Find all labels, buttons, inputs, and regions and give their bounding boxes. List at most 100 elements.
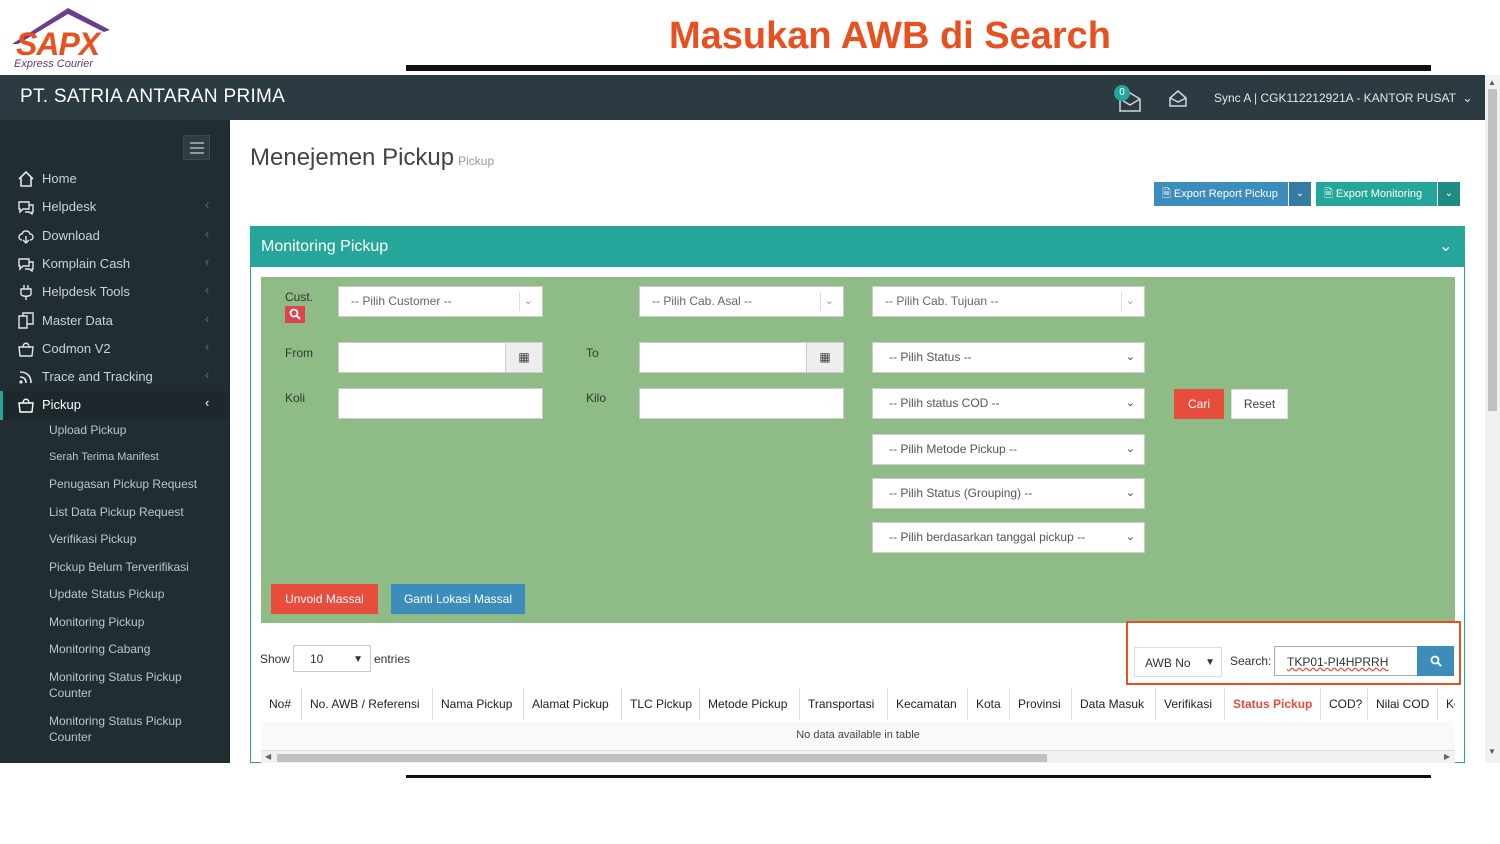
sidebar-item-trace-and-tracking[interactable]: Trace and Tracking ‹ <box>0 363 230 391</box>
user-menu[interactable]: Sync A | CGK112212921A - KANTOR PUSAT ⌄ <box>1214 91 1472 105</box>
reset-button[interactable]: Reset <box>1231 389 1288 419</box>
customer-search-button[interactable] <box>285 306 305 323</box>
panel-title: Monitoring Pickup <box>261 238 389 255</box>
user-info: Sync A | CGK112212921A - KANTOR PUSAT <box>1214 91 1456 105</box>
to-date-input[interactable]: ▦ <box>639 342 844 373</box>
export-report-pickup-button[interactable]: 🗎 Export Report Pickup <box>1154 182 1288 206</box>
sidebar-item-label: Komplain Cash <box>42 256 131 271</box>
column-header[interactable]: No. AWB / Referensi <box>301 688 432 720</box>
search-field-select[interactable]: AWB No ▼ <box>1134 647 1222 677</box>
submenu-verifikasi-pickup[interactable]: Verifikasi Pickup <box>49 531 224 547</box>
submenu-update-status-pickup[interactable]: Update Status Pickup <box>49 586 224 602</box>
calendar-icon[interactable]: ▦ <box>806 343 843 372</box>
from-date-input[interactable]: ▦ <box>338 342 543 373</box>
metode-pickup-value: -- Pilih Metode Pickup -- <box>889 442 1018 456</box>
sidebar-item-download[interactable]: Download ‹ <box>0 222 230 250</box>
rss-icon <box>19 371 32 384</box>
sidebar: Home Helpdesk ‹ Download ‹ Komplain Cash… <box>0 120 230 763</box>
show-label: Show <box>260 652 291 666</box>
scrollbar-thumb[interactable] <box>1488 89 1497 411</box>
pickup-table: No# No. AWB / Referensi Nama Pickup Alam… <box>261 687 1455 763</box>
column-header[interactable]: Nama Pickup <box>432 688 523 720</box>
column-header[interactable]: COD? <box>1320 688 1367 720</box>
search-field-value: AWB No <box>1145 656 1191 670</box>
sidebar-item-helpdesk[interactable]: Helpdesk ‹ <box>0 193 230 221</box>
calendar-icon[interactable]: ▦ <box>505 343 542 372</box>
column-header[interactable]: TLC Pickup <box>621 688 699 720</box>
sidebar-item-codmon-v2[interactable]: Codmon V2 ‹ <box>0 335 230 363</box>
submenu-serah-terima-manifest[interactable]: Serah Terima Manifest <box>49 449 224 465</box>
scroll-left-icon[interactable]: ◀ <box>265 752 271 761</box>
search-button[interactable] <box>1417 646 1454 676</box>
column-header[interactable]: Metode Pickup <box>699 688 799 720</box>
submenu-monitoring-cabang[interactable]: Monitoring Cabang <box>49 641 224 657</box>
scrollbar-thumb[interactable] <box>277 754 1047 762</box>
ganti-lokasi-massal-button[interactable]: Ganti Lokasi Massal <box>391 584 525 614</box>
page-size-select[interactable]: 10 ▼ <box>293 645 371 672</box>
submenu-penugasan-pickup-request[interactable]: Penugasan Pickup Request <box>49 476 224 492</box>
table-horizontal-scrollbar[interactable]: ◀ ▶ <box>261 751 1455 763</box>
column-header[interactable]: Alamat Pickup <box>523 688 621 720</box>
status-cod-select[interactable]: -- Pilih status COD -- ⌄ <box>872 388 1145 419</box>
column-header[interactable]: No# <box>261 688 301 720</box>
chevron-down-icon: ⌄ <box>1125 443 1135 455</box>
sidebar-item-label: Codmon V2 <box>42 341 111 356</box>
koli-input[interactable] <box>338 388 543 419</box>
column-header[interactable]: Verifikasi <box>1155 688 1224 720</box>
sidebar-item-helpdesk-tools[interactable]: Helpdesk Tools ‹ <box>0 278 230 306</box>
column-header[interactable]: Kecamatan <box>887 688 967 720</box>
scroll-up-icon[interactable]: ▲ <box>1488 78 1496 87</box>
kilo-input[interactable] <box>639 388 844 419</box>
company-name[interactable]: PT. SATRIA ANTARAN PRIMA <box>20 86 285 108</box>
export-monitoring-dropdown-button[interactable]: ⌄ <box>1438 182 1460 206</box>
sidebar-item-label: Home <box>42 171 77 186</box>
column-header[interactable]: Data Masuk <box>1071 688 1155 720</box>
empty-table-message: No data available in table <box>796 729 920 741</box>
sidebar-item-label: Helpdesk <box>42 199 97 214</box>
customer-select[interactable]: -- Pilih Customer -- ⌄ <box>338 286 543 317</box>
sidebar-item-label: Trace and Tracking <box>42 369 153 384</box>
inbox-icon[interactable] <box>1168 89 1188 112</box>
cab-tujuan-select[interactable]: -- Pilih Cab. Tujuan -- ⌄ <box>872 286 1145 317</box>
column-header-status-pickup[interactable]: Status Pickup <box>1224 688 1320 720</box>
column-header[interactable]: Ko <box>1437 688 1455 720</box>
table-row: No data available in table <box>261 721 1455 751</box>
submenu-upload-pickup[interactable]: Upload Pickup <box>49 422 224 438</box>
sidebar-item-home[interactable]: Home <box>0 165 230 193</box>
title-divider <box>406 65 1431 71</box>
tanggal-pickup-select[interactable]: -- Pilih berdasarkan tanggal pickup -- ⌄ <box>872 522 1145 553</box>
chevron-down-icon[interactable]: ⌄ <box>1439 236 1452 256</box>
submenu-pickup-belum-terverifikasi[interactable]: Pickup Belum Terverifikasi <box>49 559 224 575</box>
sidebar-item-pickup[interactable]: Pickup ‹ <box>0 391 230 420</box>
status-grouping-select[interactable]: -- Pilih Status (Grouping) -- ⌄ <box>872 478 1145 509</box>
chevron-left-icon: ‹ <box>205 254 210 269</box>
entries-label: entries <box>374 652 411 666</box>
submenu-list-data-pickup-request[interactable]: List Data Pickup Request <box>49 504 224 520</box>
cari-button[interactable]: Cari <box>1174 389 1224 419</box>
export-monitoring-button[interactable]: 🗎 Export Monitoring <box>1316 182 1437 206</box>
file-icon: 🗎 <box>1162 188 1171 200</box>
submenu-monitoring-status-pickup-counter[interactable]: Monitoring Status Pickup Counter <box>49 669 199 701</box>
page-scrollbar[interactable]: ▲ ▼ <box>1485 75 1500 763</box>
search-input[interactable]: TKP01-PI4HPRRH <box>1274 646 1418 676</box>
unvoid-massal-button[interactable]: Unvoid Massal <box>271 584 378 614</box>
notification-button[interactable]: 0 <box>1112 85 1142 113</box>
metode-pickup-select[interactable]: -- Pilih Metode Pickup -- ⌄ <box>872 434 1145 465</box>
column-header[interactable]: Kota <box>967 688 1009 720</box>
status-cod-value: -- Pilih status COD -- <box>889 396 1000 410</box>
submenu-monitoring-pickup[interactable]: Monitoring Pickup <box>49 614 224 630</box>
column-header[interactable]: Transportasi <box>799 688 887 720</box>
scroll-right-icon[interactable]: ▶ <box>1444 752 1450 761</box>
column-header[interactable]: Provinsi <box>1009 688 1071 720</box>
submenu-monitoring-status-pickup-counter[interactable]: Monitoring Status Pickup Counter <box>49 713 199 745</box>
scroll-down-icon[interactable]: ▼ <box>1488 747 1496 756</box>
export-report-dropdown-button[interactable]: ⌄ <box>1289 182 1311 206</box>
column-header[interactable]: Nilai COD <box>1367 688 1437 720</box>
cab-asal-select[interactable]: -- Pilih Cab. Asal -- ⌄ <box>639 286 844 317</box>
bottom-divider <box>406 775 1431 778</box>
sidebar-item-komplain-cash[interactable]: Komplain Cash ‹ <box>0 250 230 278</box>
menu-toggle-icon[interactable] <box>183 135 210 160</box>
sidebar-item-master-data[interactable]: Master Data ‹ <box>0 307 230 335</box>
status-select[interactable]: -- Pilih Status -- ⌄ <box>872 342 1145 373</box>
panel-header[interactable]: Monitoring Pickup ⌄ <box>251 227 1464 267</box>
